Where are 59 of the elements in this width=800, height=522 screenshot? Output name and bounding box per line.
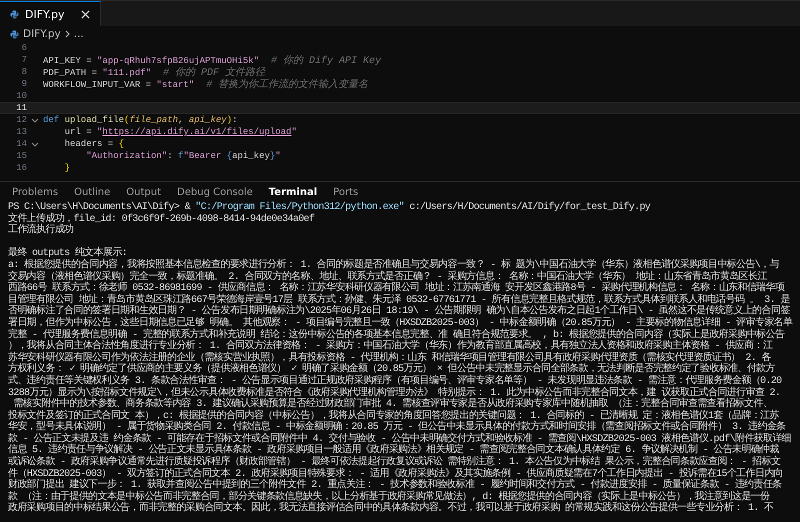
line-number: 13 — [15, 127, 27, 137]
code-line: "Authorization": f"Bearer {api_key}" — [85, 151, 281, 161]
panel-tab[interactable]: Outline — [74, 186, 110, 198]
line-number: 11 — [15, 103, 27, 113]
terminal-output: ），我将从合同主体合法性角度进行专业分析： 1. 合同双方法律资格： - 采购方：中国石油大学（华东）作为教育部直属高校，具有独立法人资格和政府采购主体资格 - 供应商：江 — [8, 341, 774, 352]
terminal-output: 财政部门提出 建议下一步： 1. 获取并查阅公告中提到的三个附件文件 2. 重点关注： - 技术参数和验收标准 - 履约时间和交付方式 - 付款进度安排 - 质量保证条款 - 违约责任条 — [8, 480, 783, 492]
chevron-down-icon[interactable] — [31, 118, 39, 122]
chevron-down-icon[interactable] — [31, 142, 39, 146]
close-icon[interactable] — [80, 10, 90, 18]
code-line: PDF_PATH = "111.pdf" # 你的 PDF 文件路径 — [43, 66, 266, 79]
breadcrumb-item[interactable]: DIFY.py — [23, 28, 61, 40]
panel-tab[interactable]: Terminal — [268, 186, 318, 198]
line-number: 7 — [20, 55, 27, 65]
code-line: headers = { — [64, 139, 124, 149]
terminal-output: 完整 - 代理服务费信息明确 - 完整的联系方式和补充说明 结论：这份中标公告的各项基本信息完整、准 确且符合规范要求。 , b: 根据您提供的合同内容（实际上是政府采购中标公告 — [8, 330, 786, 341]
code-line: def upload_file(file_path, api_key): — [43, 115, 238, 125]
terminal-output: 否明确标注了合同的签署日期和生效日期？ - 公告发布日期明确标注为\2025年06月26日 18:19\ - 公告期限明 确为\自本公告发布之日起1个工作日\ - 虽然这不是传统意义上的合同签 — [8, 306, 790, 318]
line-number: 16 — [15, 163, 27, 173]
terminal-output: 华安，型号未具体说明） - 属于货物采购类合同 2. 付款信息 - 中标金额明确：20.85 万元 - 但公告中未显示具体的付款方式和时间安排（需查阅招标文件或合同附件） 3. 违约金条 — [8, 422, 786, 434]
editor-tab[interactable]: DIFY.py — [0, 1, 101, 26]
python-file-icon — [10, 10, 19, 18]
chevron-right-icon — [64, 30, 70, 38]
code-line: API_KEY = "app-qRhuh7sfpB26ujAPTmuOHi5k" # 你的 Dify API Key — [43, 54, 382, 67]
terminal-output: 最终 outputs 纯文本展示: — [8, 248, 127, 260]
terminal-output: 目管理有限公司 地址：青岛市黄岛区珠江路667号荣德海岸壹号17层 联系方式：孙健、朱元泽 0532-67761771 - 所有信息完整且格式规范，联系方式具体到联系人和电话号码 。 3. 是 — [8, 294, 791, 306]
terminal-output: 西路66号 联系方式：徐老师 0532-86981699 - 供应商信息： 名称：江苏华安科研仪器有限公司 地址：江苏南通海 安开发区鑫港路8号 - 采购代理机构信息： 名称：山东和信瑞华项 — [8, 283, 800, 295]
terminal-output: 信息 5. 违约责任与争议解决 - 公告正文未显示具体条款 - 政府采购项目一般适用《政府采购法》相关规定 - 需查阅完整合同文本确认具体约定 6. 争议解决机制 - 公告未明确仲裁 — [8, 445, 779, 456]
terminal-output: 3288万元）显示为\按招标文件规定\，但未公示具体收费标准是否符合《政府采购代理机构管理办法》 特别提示： 1. 此为中标公告而非完整合同文本，建 议获取正式合同进行审查 2. — [8, 388, 782, 398]
line-number: 8 — [20, 67, 27, 77]
terminal-output: 政府采购项目的中标结果公告，而非完整的采购合同文本。因此，我无法直接评估合同中的具体条款内容。不过，我可以基于政府采购 的常规实践和这份公告提供一些专业分析： 1. 不 — [8, 503, 800, 516]
terminal-output: 件（HXSDZB2025-003） - 双方签订的正式合同文本 2. 政府采购项目特殊要求： - 适用《政府采购法》及其实施条例 - 供应商质疑需在7个工作日内提出 - 投诉需在15个工作日内向 — [8, 468, 784, 480]
line-number: 10 — [15, 91, 27, 101]
panel-tab[interactable]: Debug Console — [177, 186, 253, 198]
code-line: } — [64, 163, 70, 173]
terminal-output: a: 根据您提供的合同内容，我将按照基本信息检查的要求进行分析： 1. 合同的标题是否准确且与交易内容一致？ - 标 题为\中国石油大学（华东）液相色谱仪采购项目中标公告\，与 — [8, 260, 780, 271]
terminal-output: 工作流执行成功 — [8, 225, 74, 237]
panel-tab[interactable]: Output — [126, 186, 162, 198]
breadcrumb-item[interactable]: ... — [74, 28, 84, 40]
line-number: 6 — [20, 43, 27, 53]
code-line: WORKFLOW_INPUT_VAR = "start" # 替换为你工作流的文件输入变量名 — [43, 78, 368, 91]
terminal-output: 款 - 公告正文未提及违 约金条款 - 可能存在于招标文件或合同附件中 4. 交付与验收 - 公告中未明确交付方式和验收标准 - 需查阅\HXSDZB2025-003 液相色谱仪.pdf\附件获取详细 — [8, 434, 792, 445]
terminal-output: 交易内容（液相色谱仪采购）完全一致，标题准确。 2. 合同双方的名称、地址、联系方式是否正确？ - 采购方信息： 名称：中国石油大学（华东） 地址：山东省青岛市黄岛区长江 — [8, 272, 768, 283]
terminal-output: 文件上传成功，file_id: 0f3c6f9f-269b-4098-8414-94de0e34a0ef — [8, 214, 316, 225]
terminal-output: 式、违约责任等关键权利义务 3. 条款合法性审查： - 公告显示项目通过正规政府采购程序（有项目编号、评审专家名单等） - 未发现明显违法条款 - 需注意：代理服务费金额（0.20 — [8, 376, 783, 387]
line-number: 15 — [15, 151, 27, 161]
terminal-output: 款 （注：由于提供的文本是中标公告而非完整合同，部分关键条款信息缺失，以上分析基于政府采购常见做法）, d: 根据您提供的合同内容（实际上是中标公告），我注意到这是一份 — [8, 492, 770, 503]
terminal-output: 或诉讼条款 - 政府采购争议通常先进行质疑投诉程序（财政部管辖） - 最终可依法提起行政复议或诉讼 需特别注意： 1. 本公告仅为中标结 果公示，完整合同条款应查阅： - 招标文 — [8, 457, 780, 468]
terminal-output: 方权利义务： ✓ 明确约定了供应商的主要义务（提供液相色谱仪） ✓ 明确了采购金额（20.85万元） × 但公告中未完整显示合同全部条款，无法判断是否完整约定了验收标准、付款方 — [8, 364, 800, 376]
terminal-output: 投标文件及签订的正式合同文 本），c: 根据提供的合同内容（中标公告），我将从合同专家的角度回答您提出的关键问题： 1. 合同标的 - 已清晰规 定：液相色谱仪1套（品牌：江苏 — [8, 410, 780, 422]
line-number: 12 — [15, 115, 27, 125]
panel-tab[interactable]: Ports — [333, 186, 358, 198]
line-number: 9 — [20, 79, 27, 89]
line-number: 14 — [15, 139, 27, 149]
python-file-icon — [10, 30, 19, 38]
panel-tab[interactable]: Problems — [12, 186, 58, 198]
code-line: url = "https://api.dify.ai/v1/files/upload" — [64, 127, 297, 137]
terminal-output: 署日期，但作为中标公告，这些日期信息已足够 明确。 其他观察： - 项目编号完整且一致（HXSDZB2025-003） - 中标金额明确（20.85万元） - 主要标的物信息详细 - 评审专家名单 — [8, 318, 794, 329]
terminal-command: PS C:\Users\H\Documents\AI\Dify> & "C:/Program Files/Python312/python.exe" c:/Users/H/Documents/AI/Dify/for_test_Dify.py — [8, 202, 652, 213]
terminal-output: 苏华安科研仪器有限公司作为依法注册的企业（需核实营业执照），具有投标资格 - 代理机构：山东 和信瑞华项目管理有限公司具有政府采购代理资质（需核实代理资质证书） 2. 各 — [8, 352, 771, 364]
